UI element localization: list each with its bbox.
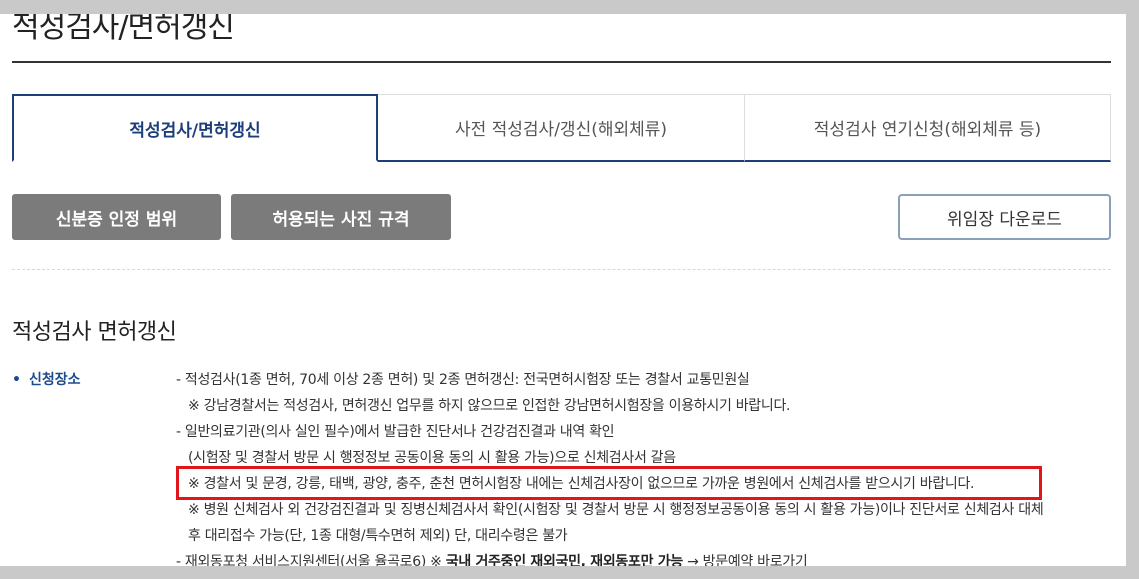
- section-title: 적성검사 면허갱신: [12, 320, 177, 345]
- detail-line: ※ 병원 신체검사 외 건강검진결과 및 징병신체검사서 확인(시험장 및 경찰…: [188, 502, 1044, 518]
- visit-reservation-link[interactable]: → 방문예약 바로가기: [683, 554, 808, 566]
- detail-line: - 일반의료기관(의사 실인 필수)에서 발급한 진단서나 건강검진결과 내역 …: [176, 424, 615, 440]
- content-frame: 적성검사/면허갱신 적성검사/면허갱신 사전 적성검사/갱신(해외체류) 적성검…: [0, 14, 1126, 566]
- proxy-download-button[interactable]: 위임장 다운로드: [898, 194, 1111, 240]
- detail-line: - 적성검사(1종 면허, 70세 이상 2종 면허) 및 2종 면허갱신: 전…: [176, 372, 750, 388]
- tab-bar: 적성검사/면허갱신 사전 적성검사/갱신(해외체류) 적성검사 연기신청(해외체…: [12, 94, 1111, 162]
- overseas-only-note: 국내 거주중인 재외국민, 재외동포만 가능: [445, 554, 683, 566]
- photo-spec-button[interactable]: 허용되는 사진 규격: [231, 194, 451, 240]
- bullet-application-place: • 신청장소: [12, 369, 80, 389]
- section-divider: [12, 269, 1111, 270]
- overseas-center-text: - 재외동포청 서비스지원센터(서울 율곡로6) ※: [176, 554, 446, 566]
- detail-line-overseas-center: - 재외동포청 서비스지원센터(서울 율곡로6) ※ 국내 거주중인 재외국민,…: [176, 549, 1116, 566]
- tab-advance-aptitude-overseas[interactable]: 사전 적성검사/갱신(해외체류): [378, 94, 745, 162]
- tab-aptitude-renewal[interactable]: 적성검사/면허갱신: [12, 94, 378, 162]
- bullet-label-text: 신청장소: [28, 372, 81, 388]
- detail-line: 후 대리접수 가능(단, 1종 대형/특수면허 제외) 단, 대리수령은 불가: [188, 528, 568, 544]
- bullet-dot-icon: •: [12, 372, 21, 388]
- page-title: 적성검사/면허갱신: [12, 14, 235, 45]
- highlight-box: [176, 466, 1042, 500]
- id-scope-button[interactable]: 신분증 인정 범위: [12, 194, 221, 240]
- detail-line: ※ 강남경찰서는 적성검사, 면허갱신 업무를 하지 않으므로 인접한 강남면허…: [188, 398, 791, 414]
- title-divider: [12, 61, 1111, 63]
- tab-aptitude-postpone[interactable]: 적성검사 연기신청(해외체류 등): [745, 94, 1111, 162]
